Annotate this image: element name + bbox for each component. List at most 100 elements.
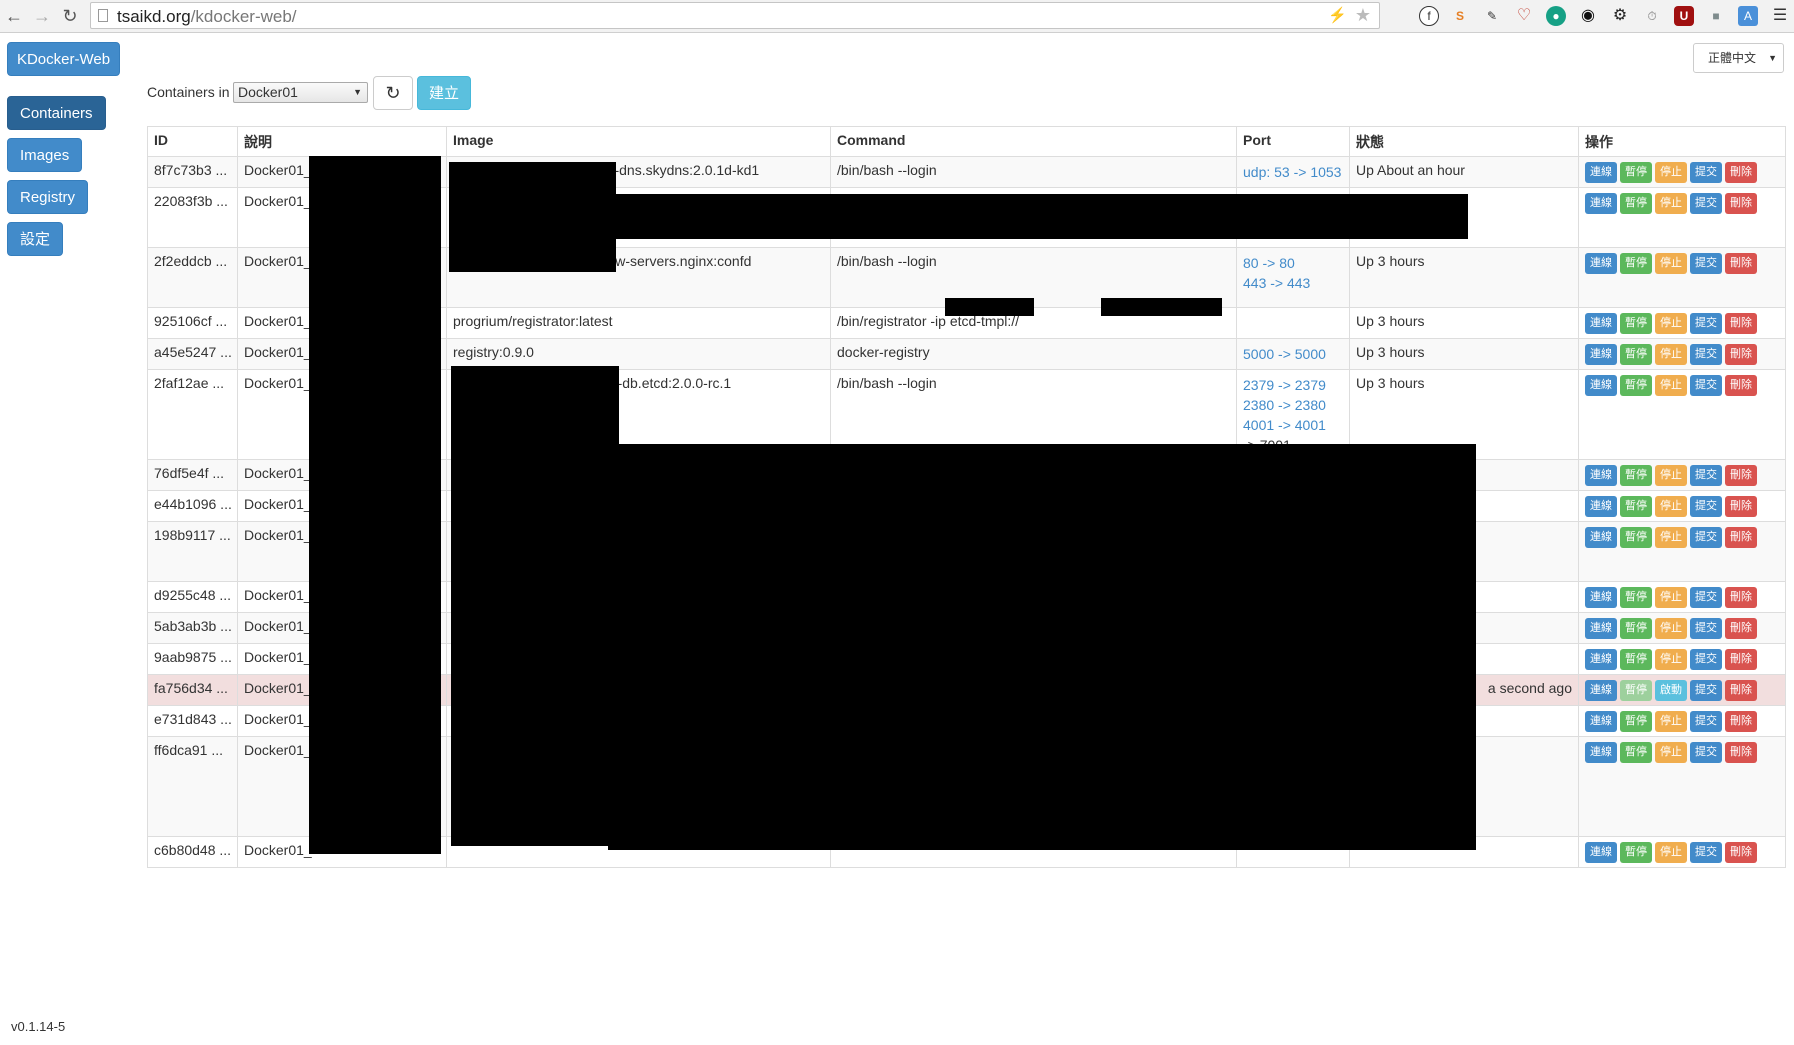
pause-button[interactable]: 暫停 bbox=[1620, 842, 1652, 863]
stop-button[interactable]: 停止 bbox=[1655, 253, 1687, 274]
delete-button[interactable]: 刪除 bbox=[1725, 742, 1757, 763]
stop-button[interactable]: 停止 bbox=[1655, 465, 1687, 486]
reload-icon[interactable]: ↻ bbox=[58, 4, 82, 28]
port-mapping-link[interactable]: 5000 -> 5000 bbox=[1243, 344, 1343, 364]
pause-button[interactable]: 暫停 bbox=[1620, 711, 1652, 732]
timer-extension-icon[interactable]: ⏱ bbox=[1642, 6, 1662, 26]
connect-button[interactable]: 連線 bbox=[1585, 711, 1617, 732]
pause-button[interactable]: 暫停 bbox=[1620, 587, 1652, 608]
delete-button[interactable]: 刪除 bbox=[1725, 496, 1757, 517]
pause-button[interactable]: 暫停 bbox=[1620, 618, 1652, 639]
stop-button[interactable]: 停止 bbox=[1655, 375, 1687, 396]
host-select[interactable]: Docker01 ▼ bbox=[233, 82, 368, 103]
port-mapping-link[interactable]: udp: 53 -> 1053 bbox=[1243, 162, 1343, 182]
connect-button[interactable]: 連線 bbox=[1585, 618, 1617, 639]
nav-registry[interactable]: Registry bbox=[7, 180, 89, 214]
connect-button[interactable]: 連線 bbox=[1585, 465, 1617, 486]
commit-button[interactable]: 提交 bbox=[1690, 842, 1722, 863]
port-mapping-link[interactable]: 443 -> 443 bbox=[1243, 273, 1343, 293]
stop-button[interactable]: 停止 bbox=[1655, 313, 1687, 334]
eye-extension-icon[interactable]: ◉ bbox=[1578, 6, 1598, 26]
commit-button[interactable]: 提交 bbox=[1690, 496, 1722, 517]
commit-button[interactable]: 提交 bbox=[1690, 162, 1722, 183]
menu-icon[interactable]: ☰ bbox=[1770, 6, 1790, 26]
port-mapping-link[interactable]: 4001 -> 4001 bbox=[1243, 415, 1343, 435]
delete-button[interactable]: 刪除 bbox=[1725, 649, 1757, 670]
back-icon[interactable]: ← bbox=[2, 4, 26, 28]
connect-button[interactable]: 連線 bbox=[1585, 344, 1617, 365]
connect-button[interactable]: 連線 bbox=[1585, 527, 1617, 548]
delete-button[interactable]: 刪除 bbox=[1725, 193, 1757, 214]
connect-button[interactable]: 連線 bbox=[1585, 496, 1617, 517]
commit-button[interactable]: 提交 bbox=[1690, 649, 1722, 670]
refresh-button[interactable]: ↻ bbox=[373, 76, 413, 110]
stop-button[interactable]: 停止 bbox=[1655, 527, 1687, 548]
address-bar[interactable]: tsaikd.org/kdocker-web/ ⚡ ★ bbox=[90, 2, 1380, 29]
nav-images[interactable]: Images bbox=[7, 138, 83, 172]
commit-button[interactable]: 提交 bbox=[1690, 344, 1722, 365]
commit-button[interactable]: 提交 bbox=[1690, 465, 1722, 486]
commit-button[interactable]: 提交 bbox=[1690, 253, 1722, 274]
connect-button[interactable]: 連線 bbox=[1585, 587, 1617, 608]
language-select[interactable]: 正體中文 ▼ bbox=[1693, 43, 1784, 73]
connect-button[interactable]: 連線 bbox=[1585, 253, 1617, 274]
connect-button[interactable]: 連線 bbox=[1585, 193, 1617, 214]
delete-button[interactable]: 刪除 bbox=[1725, 313, 1757, 334]
stop-button[interactable]: 停止 bbox=[1655, 842, 1687, 863]
commit-button[interactable]: 提交 bbox=[1690, 587, 1722, 608]
delete-button[interactable]: 刪除 bbox=[1725, 680, 1757, 701]
delete-button[interactable]: 刪除 bbox=[1725, 162, 1757, 183]
pause-button[interactable]: 暫停 bbox=[1620, 649, 1652, 670]
stop-button[interactable]: 停止 bbox=[1655, 344, 1687, 365]
commit-button[interactable]: 提交 bbox=[1690, 313, 1722, 334]
pause-button[interactable]: 暫停 bbox=[1620, 496, 1652, 517]
stop-button[interactable]: 停止 bbox=[1655, 711, 1687, 732]
connect-button[interactable]: 連線 bbox=[1585, 842, 1617, 863]
stop-button[interactable]: 停止 bbox=[1655, 162, 1687, 183]
bolt-icon[interactable]: ⚡ bbox=[1328, 6, 1347, 24]
port-mapping-link[interactable]: 80 -> 80 bbox=[1243, 253, 1343, 273]
pause-button[interactable]: 暫停 bbox=[1620, 162, 1652, 183]
ublock-extension-icon[interactable]: U bbox=[1674, 6, 1694, 26]
s-extension-icon[interactable]: S bbox=[1450, 6, 1470, 26]
commit-button[interactable]: 提交 bbox=[1690, 742, 1722, 763]
brand-button[interactable]: KDocker-Web bbox=[7, 42, 120, 76]
delete-button[interactable]: 刪除 bbox=[1725, 527, 1757, 548]
translate-extension-icon[interactable]: A bbox=[1738, 6, 1758, 26]
stop-button[interactable]: 停止 bbox=[1655, 193, 1687, 214]
delete-button[interactable]: 刪除 bbox=[1725, 618, 1757, 639]
connect-button[interactable]: 連線 bbox=[1585, 649, 1617, 670]
connect-button[interactable]: 連線 bbox=[1585, 742, 1617, 763]
delete-button[interactable]: 刪除 bbox=[1725, 842, 1757, 863]
forward-icon[interactable]: → bbox=[30, 4, 54, 28]
delete-button[interactable]: 刪除 bbox=[1725, 587, 1757, 608]
commit-button[interactable]: 提交 bbox=[1690, 618, 1722, 639]
pause-button[interactable]: 暫停 bbox=[1620, 527, 1652, 548]
nav-containers[interactable]: Containers bbox=[7, 96, 106, 130]
connect-button[interactable]: 連線 bbox=[1585, 680, 1617, 701]
stop-button[interactable]: 停止 bbox=[1655, 742, 1687, 763]
port-mapping-link[interactable]: 2379 -> 2379 bbox=[1243, 375, 1343, 395]
commit-button[interactable]: 提交 bbox=[1690, 680, 1722, 701]
stop-button[interactable]: 停止 bbox=[1655, 587, 1687, 608]
bookmark-star-icon[interactable]: ★ bbox=[1355, 5, 1371, 26]
stop-button[interactable]: 停止 bbox=[1655, 649, 1687, 670]
connect-button[interactable]: 連線 bbox=[1585, 375, 1617, 396]
evernote-extension-icon[interactable]: ✎ bbox=[1482, 6, 1502, 26]
facebook-extension-icon[interactable]: f bbox=[1419, 6, 1439, 26]
pause-button[interactable]: 暫停 bbox=[1620, 742, 1652, 763]
pause-button[interactable]: 暫停 bbox=[1620, 465, 1652, 486]
delete-button[interactable]: 刪除 bbox=[1725, 253, 1757, 274]
commit-button[interactable]: 提交 bbox=[1690, 711, 1722, 732]
puzzle-extension-icon[interactable]: ■ bbox=[1706, 6, 1726, 26]
start-button[interactable]: 啟動 bbox=[1655, 680, 1687, 701]
gear-extension-icon[interactable]: ⚙ bbox=[1610, 6, 1630, 26]
connect-button[interactable]: 連線 bbox=[1585, 313, 1617, 334]
nav-settings[interactable]: 設定 bbox=[7, 222, 64, 256]
delete-button[interactable]: 刪除 bbox=[1725, 375, 1757, 396]
circle-extension-icon[interactable]: ● bbox=[1546, 6, 1566, 26]
delete-button[interactable]: 刪除 bbox=[1725, 711, 1757, 732]
heart-extension-icon[interactable]: ♡ bbox=[1514, 6, 1534, 26]
pause-button[interactable]: 暫停 bbox=[1620, 375, 1652, 396]
commit-button[interactable]: 提交 bbox=[1690, 527, 1722, 548]
